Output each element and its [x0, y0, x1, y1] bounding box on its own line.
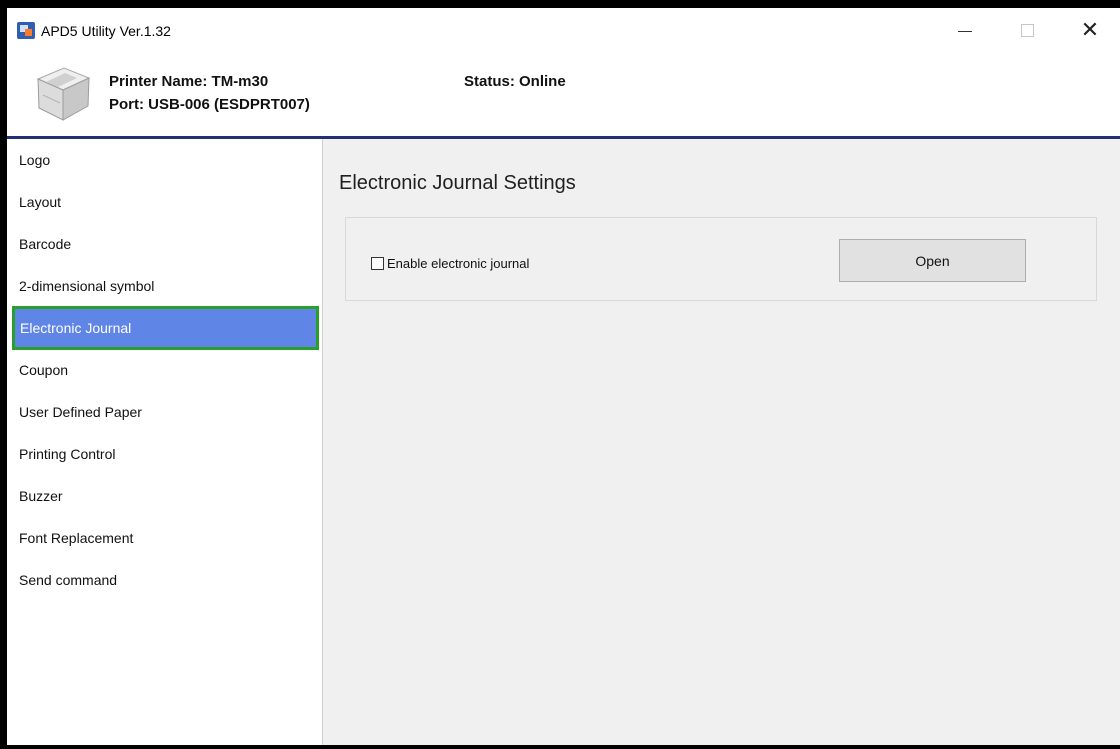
sidebar-item-electronic-journal[interactable]: Electronic Journal	[12, 306, 319, 350]
enable-journal-label: Enable electronic journal	[387, 256, 530, 271]
app-window: APD5 Utility Ver.1.32 ✕ Printer Name: TM…	[7, 8, 1120, 749]
maximize-button[interactable]	[1004, 8, 1050, 52]
sidebar-item-buzzer[interactable]: Buzzer	[7, 475, 322, 517]
minimize-icon	[958, 30, 972, 32]
journal-settings-group: Enable electronic journal Open	[345, 217, 1097, 301]
sidebar-item-layout[interactable]: Layout	[7, 181, 322, 223]
enable-journal-option[interactable]: Enable electronic journal	[371, 256, 529, 271]
title-bar: APD5 Utility Ver.1.32 ✕	[7, 8, 1120, 52]
close-icon: ✕	[1080, 17, 1100, 42]
printer-icon	[36, 67, 91, 121]
printer-name: Printer Name: TM-m30	[109, 73, 269, 90]
screen-bottom-edge	[0, 745, 1120, 749]
open-button[interactable]: Open	[839, 239, 1026, 282]
printer-header: Printer Name: TM-m30 Port: USB-006 (ESDP…	[7, 52, 1120, 139]
page-title: Electronic Journal Settings	[339, 172, 576, 194]
sidebar-item-barcode[interactable]: Barcode	[7, 223, 322, 265]
settings-panel: Electronic Journal Settings Enable elect…	[323, 139, 1120, 749]
close-button[interactable]: ✕	[1067, 8, 1113, 52]
printer-status: Status: Online	[464, 73, 566, 90]
window-title: APD5 Utility Ver.1.32	[41, 23, 171, 39]
sidebar-item-font-replacement[interactable]: Font Replacement	[7, 517, 322, 559]
minimize-button[interactable]	[942, 8, 988, 52]
app-icon	[17, 22, 35, 39]
enable-journal-checkbox[interactable]	[371, 257, 384, 270]
sidebar-item-printing-control[interactable]: Printing Control	[7, 433, 322, 475]
sidebar-item-logo[interactable]: Logo	[7, 139, 322, 181]
settings-sidebar: Logo Layout Barcode 2-dimensional symbol…	[7, 139, 323, 749]
sidebar-item-send-command[interactable]: Send command	[7, 559, 322, 601]
maximize-icon	[1020, 23, 1034, 37]
printer-port: Port: USB-006 (ESDPRT007)	[109, 96, 310, 113]
sidebar-item-2d-symbol[interactable]: 2-dimensional symbol	[7, 265, 322, 307]
sidebar-item-user-defined-paper[interactable]: User Defined Paper	[7, 391, 322, 433]
sidebar-item-coupon[interactable]: Coupon	[7, 349, 322, 391]
